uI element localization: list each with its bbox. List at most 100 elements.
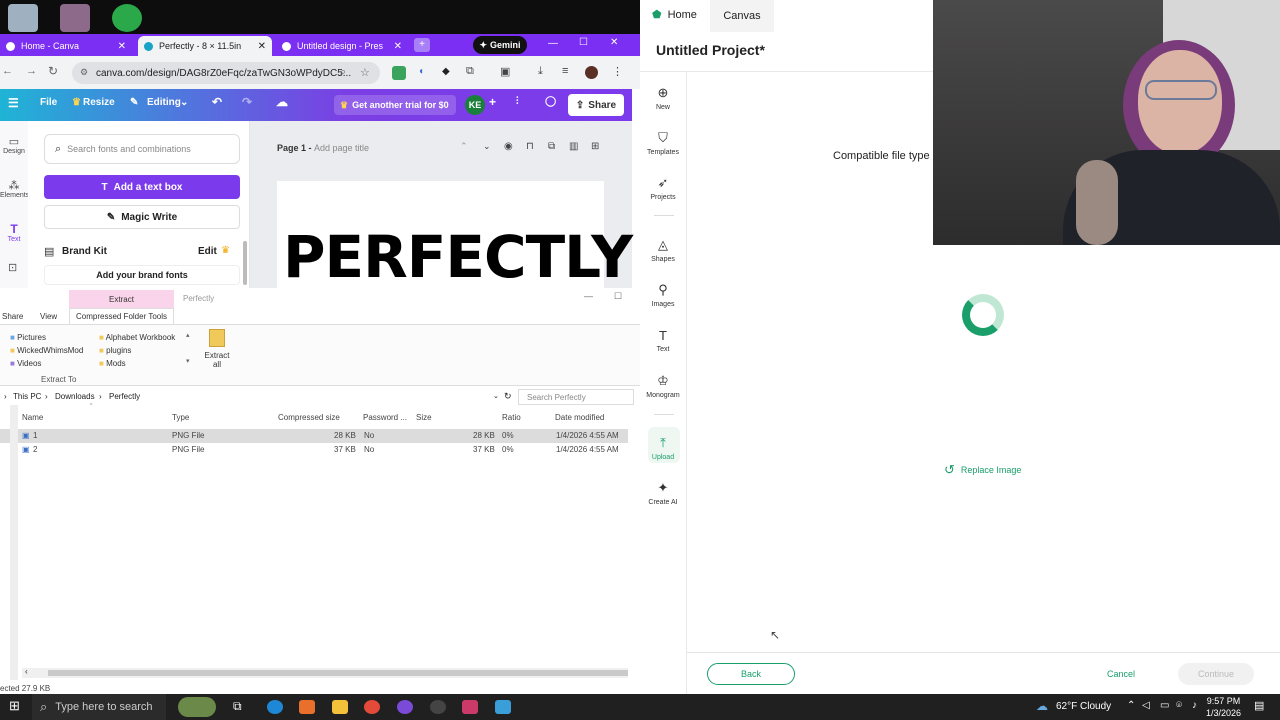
tab-view[interactable]: View [40, 312, 57, 321]
tab-share[interactable]: Share [2, 312, 23, 321]
trash-icon[interactable]: ▥ [569, 141, 578, 152]
breadcrumb-downloads[interactable]: Downloads [55, 392, 95, 401]
continue-button[interactable]: Continue [1178, 663, 1254, 685]
extension-audio-icon[interactable]: ◖ [418, 66, 424, 77]
tab-untitled-design[interactable]: Untitled design - Present✕ [276, 36, 408, 56]
close-icon[interactable]: ✕ [258, 41, 266, 52]
taskbar-search-input[interactable]: ⌕ Type here to search [32, 694, 166, 720]
refresh-icon[interactable]: ↻ [504, 391, 512, 402]
nav-upload[interactable]: ⤒ Upload [640, 435, 686, 461]
nav-text[interactable]: T Text [640, 328, 686, 353]
col-type[interactable]: Type [172, 413, 189, 422]
scrollbar-thumb[interactable] [48, 670, 628, 676]
trial-button[interactable]: ♛ Get another trial for $0 [334, 95, 456, 115]
notification-icon[interactable]: ▤ [1254, 699, 1264, 712]
close-icon[interactable]: ✕ [394, 41, 402, 52]
breadcrumb-perfectly[interactable]: Perfectly [109, 392, 140, 401]
analytics-icon[interactable]: ⫶ [516, 96, 519, 107]
avatar[interactable]: KE [465, 95, 485, 115]
page-title-input[interactable]: Add page title [314, 143, 369, 153]
nav-monogram[interactable]: ♔ Monogram [640, 373, 686, 399]
nav-images[interactable]: ⚲ Images [640, 282, 686, 308]
sidebar-item-elements[interactable]: ⁂ Elements [0, 179, 29, 199]
app-icon[interactable] [397, 700, 413, 714]
tab-home[interactable]: ⬟ Home [652, 8, 697, 22]
minimize-icon[interactable]: — [548, 38, 558, 49]
chevron-down-icon[interactable]: ⌄ [180, 97, 188, 108]
download-icon[interactable]: ⤓ [538, 65, 543, 78]
extensions-puzzle-icon[interactable]: ⧉ [466, 65, 474, 78]
close-icon[interactable]: ✕ [118, 41, 126, 52]
network-icon[interactable]: ⌾ [1176, 700, 1182, 711]
copilot-icon[interactable] [299, 700, 315, 714]
tray-overflow-icon[interactable]: ⌃ [1127, 700, 1135, 711]
destination-wickedwhimsmod[interactable]: ■ WickedWhimsMod [10, 344, 83, 357]
add-text-box-button[interactable]: T Add a text box [44, 175, 240, 199]
font-search-input[interactable]: ⌕ Search fonts and combinations [44, 134, 240, 164]
close-window-icon[interactable]: ✕ [610, 37, 618, 48]
bookmark-star-icon[interactable]: ☆ [360, 66, 370, 79]
cancel-button[interactable]: Cancel [1107, 669, 1135, 679]
tab-home-canva[interactable]: Home - Canva ✕ [0, 36, 132, 56]
gemini-button[interactable]: ✦ Gemini [473, 36, 527, 54]
destination-pictures[interactable]: ■ Pictures [10, 331, 83, 344]
sidebar-item-text[interactable]: T Text [0, 222, 28, 243]
search-input[interactable]: Search Perfectly [518, 389, 634, 405]
design-title-text[interactable]: PERFECTLY [283, 227, 633, 287]
new-tab-button[interactable]: + [414, 38, 430, 52]
battery-icon[interactable]: ▭ [1160, 700, 1169, 711]
destination-videos[interactable]: ■ Videos [10, 357, 83, 370]
nav-pane-scrollbar[interactable] [10, 405, 18, 680]
extract-all-button[interactable]: Extract all [204, 329, 230, 369]
hamburger-icon[interactable]: ☰ [8, 96, 19, 110]
destination-alphabet-workbook[interactable]: ■ Alphabet Workbook [99, 331, 175, 344]
horizontal-scrollbar[interactable]: ‹ [22, 667, 628, 678]
maximize-icon[interactable]: ☐ [614, 291, 622, 302]
breadcrumb-this-pc[interactable]: This PC [13, 392, 41, 401]
chevron-up-icon[interactable]: ⌃ [460, 141, 468, 152]
magic-write-button[interactable]: ✎ Magic Write [44, 205, 240, 229]
sidebar-item-design[interactable]: ▭ Design [0, 135, 28, 155]
menu-kebab-icon[interactable]: ⋮ [612, 65, 623, 78]
canva-app-icon[interactable] [462, 700, 478, 714]
brand-kit-edit[interactable]: Edit [198, 246, 217, 257]
editing-menu[interactable]: Editing [147, 97, 181, 108]
profile-avatar[interactable] [585, 66, 598, 79]
back-icon[interactable]: ← [2, 65, 13, 77]
sims-plumbob-icon[interactable] [112, 4, 142, 32]
design-page[interactable]: PERFECTLY [277, 181, 633, 288]
destination-mods[interactable]: ■ Mods [99, 357, 175, 370]
reload-icon[interactable]: ↻ [48, 64, 58, 78]
cloud-sync-icon[interactable]: ☁ [276, 95, 288, 109]
extension-icon[interactable] [392, 66, 406, 80]
comment-icon[interactable]: ◯ [545, 96, 556, 107]
task-view-icon[interactable]: ⧉ [233, 699, 242, 714]
url-input[interactable]: ⚙ canva.com/design/DAG8rZ0eFqc/zaTwGN3oW… [72, 62, 380, 84]
speaker-icon[interactable]: ♪ [1192, 700, 1197, 711]
col-ratio[interactable]: Ratio [502, 413, 521, 422]
col-date-modified[interactable]: Date modified [555, 413, 604, 422]
table-row[interactable]: ▣ 1 PNG File 28 KB No 28 KB 0% 1/4/2026 … [0, 429, 628, 443]
extension-diamond-icon[interactable]: ◆ [442, 66, 450, 77]
maximize-icon[interactable]: ☐ [579, 37, 588, 48]
table-row[interactable]: ▣ 2 PNG File 37 KB No 37 KB 0% 1/4/2026 … [0, 443, 628, 457]
eye-icon[interactable]: ◉ [504, 141, 513, 152]
resize-menu[interactable]: Resize [83, 97, 115, 108]
volume-icon[interactable]: ◁ [1142, 700, 1150, 711]
more-icon[interactable]: ▾ [186, 357, 190, 365]
replace-image-button[interactable]: ↺ Replace Image [944, 462, 1021, 478]
weather-text[interactable]: 62°F Cloudy [1056, 701, 1111, 712]
duplicate-icon[interactable]: ⧉ [548, 141, 555, 152]
lock-icon[interactable]: ⊓ [526, 141, 534, 152]
notepad-icon[interactable] [495, 700, 511, 714]
file-menu[interactable]: File [40, 97, 57, 108]
project-title[interactable]: Untitled Project* [656, 42, 765, 58]
nav-create-ai[interactable]: ✦ Create AI [640, 480, 686, 506]
pixel-character-icon[interactable] [60, 4, 90, 32]
chrome-icon[interactable] [364, 700, 380, 714]
nav-new[interactable]: ⊕ New [640, 85, 686, 111]
undo-icon[interactable]: ↶ [212, 95, 222, 109]
share-button[interactable]: ⇪ Share [568, 94, 624, 116]
nav-templates[interactable]: ⛉ Templates [640, 130, 686, 156]
minimize-icon[interactable]: — [584, 291, 593, 301]
